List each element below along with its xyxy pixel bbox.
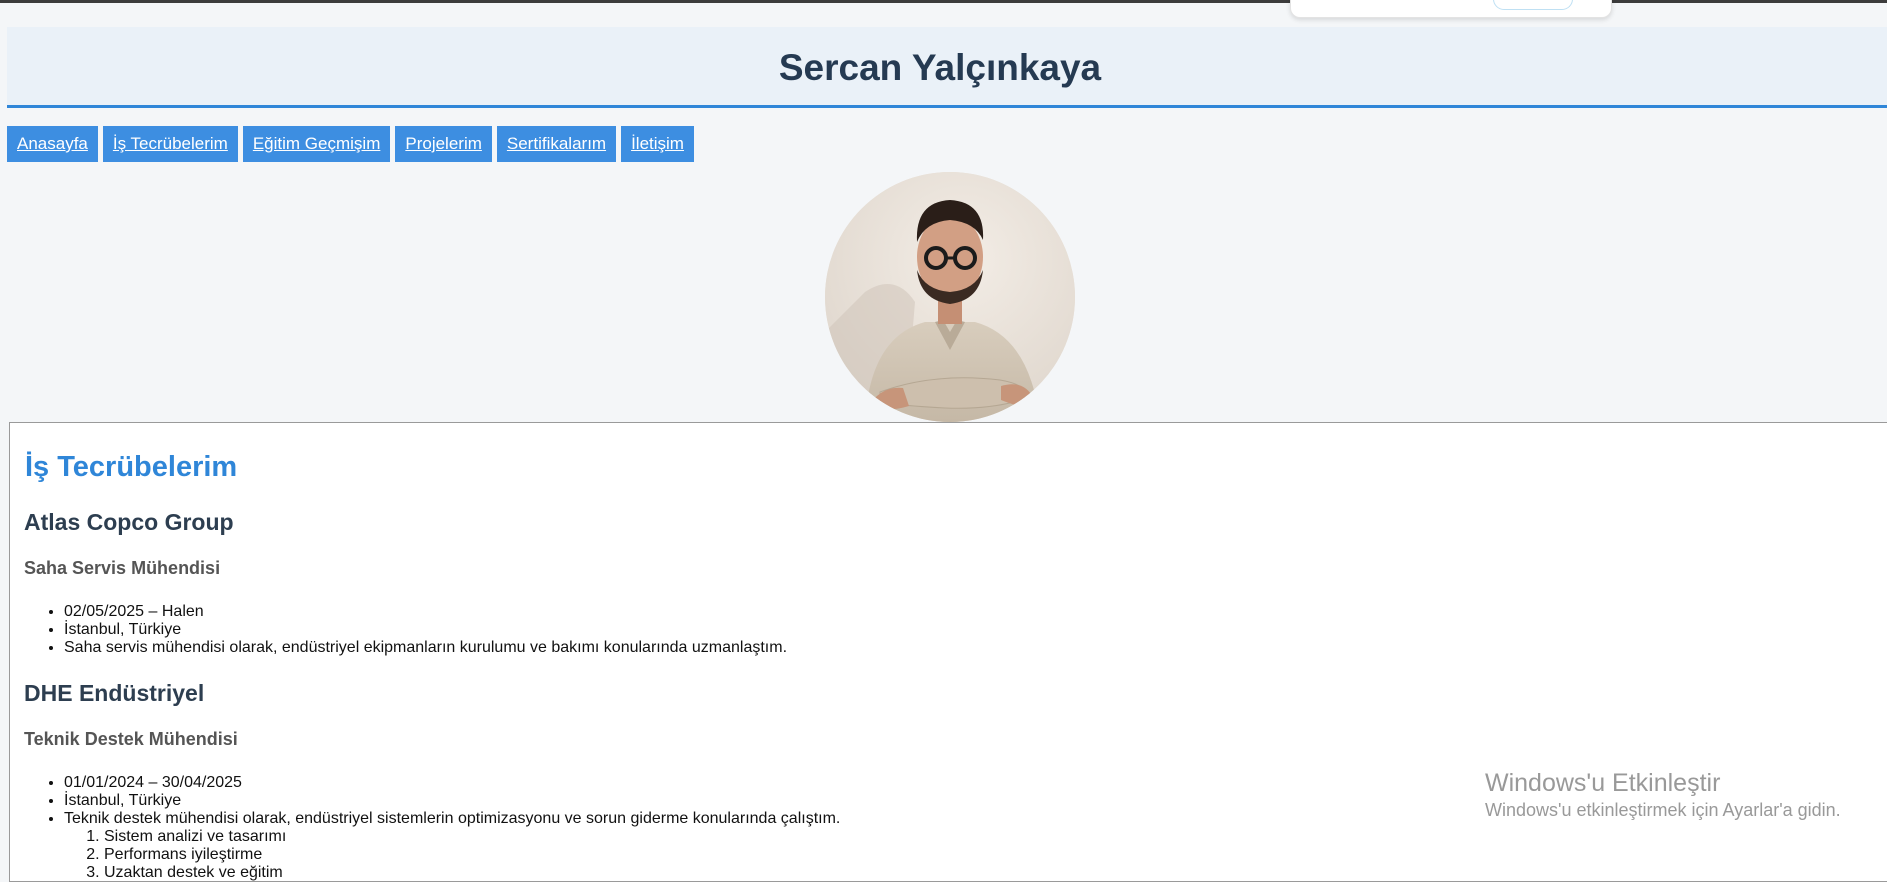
watermark-subtitle: Windows'u etkinleştirmek için Ayarlar'a … xyxy=(1485,800,1841,820)
job-period: 02/05/2025 – Halen xyxy=(64,603,787,621)
job-description: Saha servis mühendisi olarak, endüstriye… xyxy=(64,639,787,657)
job-description-text: Teknik destek mühendisi olarak, endüstri… xyxy=(64,810,841,827)
windows-activation-watermark: Windows'u Etkinleştir Windows'u etkinleş… xyxy=(1485,768,1841,822)
sub-item: Sistem analizi ve tasarımı xyxy=(104,828,840,846)
job-location: İstanbul, Türkiye xyxy=(64,621,787,639)
job-location: İstanbul, Türkiye xyxy=(64,792,840,810)
nav-link-home[interactable]: Anasayfa xyxy=(7,126,98,162)
job-sub-list: Sistem analizi ve tasarımı Performans iy… xyxy=(64,828,840,882)
site-title: Sercan Yalçınkaya xyxy=(778,47,1102,88)
job-details-list: 02/05/2025 – Halen İstanbul, Türkiye Sah… xyxy=(30,603,787,657)
company-name: Atlas Copco Group xyxy=(24,509,234,535)
sub-item: Uzaktan destek ve eğitim xyxy=(104,864,840,882)
nav-link-experience[interactable]: İş Tecrübelerim xyxy=(102,126,238,162)
section-title: İş Tecrübelerim xyxy=(25,451,238,483)
job-details-list: 01/01/2024 – 30/04/2025 İstanbul, Türkiy… xyxy=(30,774,840,882)
job-role: Saha Servis Mühendisi xyxy=(24,558,221,578)
person-portrait-icon xyxy=(825,172,1075,422)
job-period: 01/01/2024 – 30/04/2025 xyxy=(64,774,840,792)
nav-link-projects[interactable]: Projelerim xyxy=(395,126,492,162)
sub-item: Performans iyileştirme xyxy=(104,846,840,864)
watermark-title: Windows'u Etkinleştir xyxy=(1485,769,1721,797)
floating-popup xyxy=(1290,0,1612,18)
site-header: Sercan Yalçınkaya xyxy=(7,27,1887,108)
profile-photo xyxy=(825,172,1075,422)
job-description: Teknik destek mühendisi olarak, endüstri… xyxy=(64,810,840,882)
nav-link-certificates[interactable]: Sertifikalarım xyxy=(496,126,617,162)
popup-pill-button[interactable] xyxy=(1493,0,1573,10)
main-navigation: Anasayfa İş Tecrübelerim Eğitim Geçmişim… xyxy=(7,126,694,162)
nav-link-education[interactable]: Eğitim Geçmişim xyxy=(242,126,391,162)
nav-link-contact[interactable]: İletişim xyxy=(621,126,694,162)
company-name: DHE Endüstriyel xyxy=(24,680,205,706)
job-role: Teknik Destek Mühendisi xyxy=(24,729,238,749)
